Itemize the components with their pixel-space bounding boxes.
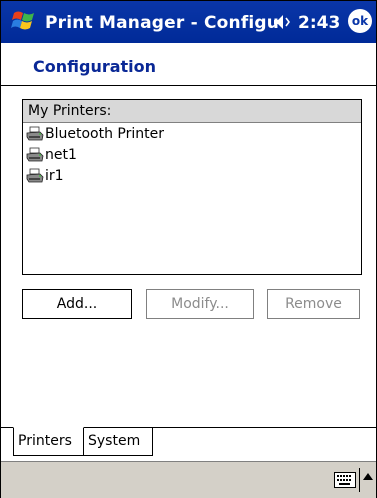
ok-button[interactable]: ok — [348, 9, 372, 33]
tab-printers[interactable]: Printers — [13, 427, 84, 456]
sip-divider — [359, 468, 360, 492]
printer-name: Bluetooth Printer — [45, 125, 164, 142]
modify-button[interactable]: Modify... — [146, 289, 254, 319]
list-item[interactable]: net1 — [23, 144, 361, 165]
heading-divider — [1, 85, 376, 86]
page-title: Configuration — [33, 57, 157, 76]
windows-start-icon[interactable] — [11, 8, 37, 34]
command-bar — [1, 461, 376, 498]
printer-list[interactable]: My Printers: Bluetooth Printer net1 ir1 — [22, 99, 362, 275]
window-title: Print Manager - Configu — [45, 13, 280, 33]
printer-icon — [26, 147, 44, 161]
list-item[interactable]: ir1 — [23, 165, 361, 186]
printer-icon — [26, 126, 44, 140]
title-bar: Print Manager - Configu 2:43 ok — [1, 1, 376, 43]
keyboard-icon[interactable] — [334, 472, 356, 488]
tab-strip: Printers System — [1, 427, 376, 457]
printer-name: ir1 — [45, 167, 64, 184]
clock[interactable]: 2:43 — [298, 13, 340, 33]
speaker-icon[interactable] — [272, 13, 292, 31]
remove-button[interactable]: Remove — [267, 289, 360, 319]
chevron-up-icon[interactable] — [362, 472, 374, 482]
list-header: My Printers: — [23, 100, 361, 123]
printer-icon — [26, 168, 44, 182]
printer-name: net1 — [45, 146, 77, 163]
tab-system[interactable]: System — [84, 427, 153, 456]
add-button[interactable]: Add... — [22, 289, 132, 319]
app-window: Print Manager - Configu 2:43 ok Configur… — [0, 0, 377, 498]
list-item[interactable]: Bluetooth Printer — [23, 123, 361, 144]
